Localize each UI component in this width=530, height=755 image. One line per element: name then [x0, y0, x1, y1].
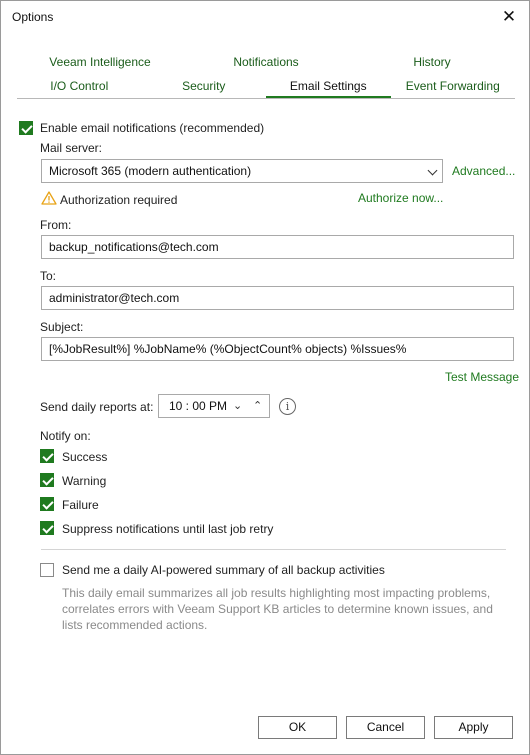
- apply-button[interactable]: Apply: [434, 716, 513, 739]
- tab-history[interactable]: History: [349, 52, 515, 74]
- notify-warning-label: Warning: [62, 474, 107, 488]
- chevron-down-icon[interactable]: ⌄: [233, 399, 242, 412]
- tab-email-settings[interactable]: Email Settings: [266, 76, 391, 98]
- daily-reports-label: Send daily reports at:: [40, 400, 154, 414]
- notify-failure-checkbox[interactable]: [40, 497, 54, 511]
- info-icon[interactable]: i: [279, 398, 296, 415]
- notify-on-label: Notify on:: [40, 429, 91, 443]
- notify-failure-label: Failure: [62, 498, 99, 512]
- tab-veeam-intelligence[interactable]: Veeam Intelligence: [17, 52, 183, 74]
- ai-summary-checkbox[interactable]: [40, 563, 54, 577]
- cancel-button[interactable]: Cancel: [346, 716, 425, 739]
- ok-button[interactable]: OK: [258, 716, 337, 739]
- enable-email-checkbox[interactable]: [19, 121, 33, 135]
- notify-warning-checkbox[interactable]: [40, 473, 54, 487]
- notify-success-checkbox[interactable]: [40, 449, 54, 463]
- tab-notifications[interactable]: Notifications: [183, 52, 349, 74]
- close-icon[interactable]: ✕: [497, 5, 521, 29]
- tab-security[interactable]: Security: [142, 76, 267, 98]
- from-input[interactable]: backup_notifications@tech.com: [41, 235, 514, 259]
- mail-server-value: Microsoft 365 (modern authentication): [49, 164, 252, 178]
- from-label: From:: [40, 218, 72, 232]
- chevron-up-icon[interactable]: ⌃: [253, 399, 262, 412]
- section-divider: [41, 549, 506, 550]
- warning-icon: [41, 191, 57, 205]
- tab-row-2: I/O Control Security Email Settings Even…: [17, 76, 515, 99]
- chevron-down-icon: [427, 165, 438, 176]
- subject-input[interactable]: [%JobResult%] %JobName% (%ObjectCount% o…: [41, 337, 514, 361]
- daily-time-value: 10 : 00 PM: [169, 399, 228, 413]
- notify-success-label: Success: [62, 450, 108, 464]
- ai-summary-label: Send me a daily AI-powered summary of al…: [62, 563, 385, 577]
- authorization-required-text: Authorization required: [60, 193, 178, 207]
- subject-label: Subject:: [40, 320, 84, 334]
- authorize-now-link[interactable]: Authorize now...: [358, 191, 443, 205]
- options-dialog: Options ✕ Veeam Intelligence Notificatio…: [0, 0, 530, 755]
- to-input[interactable]: administrator@tech.com: [41, 286, 514, 310]
- mail-server-label: Mail server:: [40, 141, 103, 155]
- window-title: Options: [12, 10, 54, 24]
- test-message-link[interactable]: Test Message: [445, 370, 519, 384]
- tab-row-1: Veeam Intelligence Notifications History: [17, 52, 515, 74]
- tab-event-forwarding[interactable]: Event Forwarding: [391, 76, 516, 98]
- ai-summary-description: This daily email summarizes all job resu…: [62, 586, 493, 632]
- mail-server-select[interactable]: Microsoft 365 (modern authentication): [41, 159, 443, 183]
- to-label: To:: [40, 269, 57, 283]
- suppress-notifications-checkbox[interactable]: [40, 521, 54, 535]
- title-bar: Options ✕: [1, 1, 529, 35]
- enable-email-label: Enable email notifications (recommended): [40, 121, 265, 135]
- advanced-link[interactable]: Advanced...: [452, 164, 515, 178]
- tab-io-control[interactable]: I/O Control: [17, 76, 142, 98]
- suppress-notifications-label: Suppress notifications until last job re…: [62, 522, 274, 536]
